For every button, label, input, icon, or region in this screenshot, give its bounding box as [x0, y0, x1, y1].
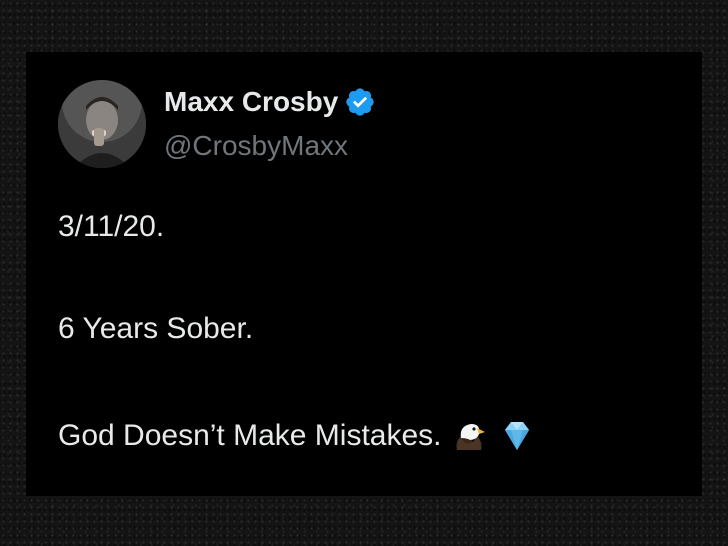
tweet-card: Maxx Crosby @CrosbyMaxx 3/11/20. 6 Years…: [26, 52, 702, 496]
profile-photo-avatar-icon: [58, 80, 146, 168]
author-handle[interactable]: @CrosbyMaxx: [164, 128, 348, 164]
author-display-name[interactable]: Maxx Crosby: [164, 84, 338, 120]
gem-emoji-icon: [497, 416, 537, 456]
tweet-text-line: 3/11/20.: [58, 210, 165, 243]
eagle-emoji-icon: [449, 416, 489, 456]
author-name-row: Maxx Crosby: [164, 84, 376, 120]
tweet-text: God Doesn’t Make Mistakes.: [58, 419, 442, 452]
tweet-text-line-with-emojis: God Doesn’t Make Mistakes.: [58, 416, 537, 456]
verified-badge-icon: [344, 86, 376, 118]
author-avatar[interactable]: [58, 80, 146, 168]
tweet-text-line: 6 Years Sober.: [58, 312, 254, 345]
